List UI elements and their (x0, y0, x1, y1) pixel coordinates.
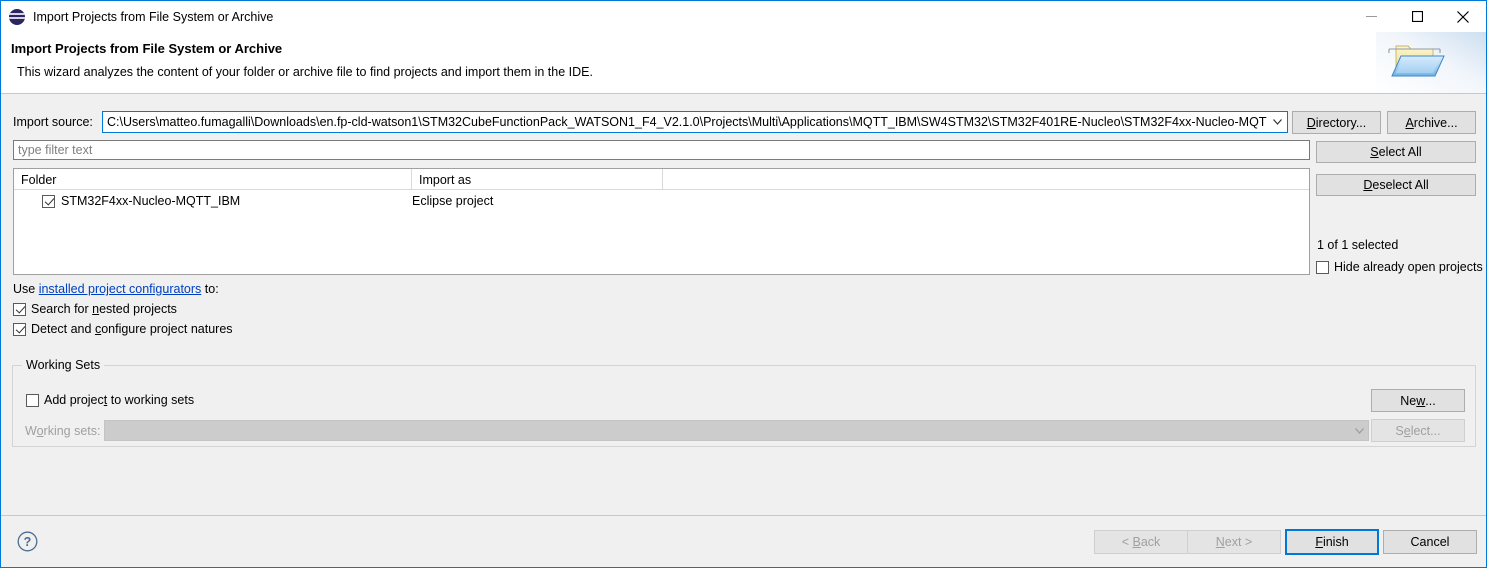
maximize-button[interactable] (1394, 1, 1440, 32)
search-nested-projects-checkbox[interactable]: Search for nested projects (13, 302, 177, 316)
new-button-label-post: ... (1425, 393, 1436, 408)
import-source-input[interactable]: C:\Users\matteo.fumagalli\Downloads\en.f… (103, 115, 1267, 129)
hide-already-open-projects-label: Hide already open projects (1334, 260, 1483, 274)
table-cell-import-as: Eclipse project (412, 194, 494, 208)
working-sets-combo (104, 420, 1369, 441)
directory-button[interactable]: Directory... (1292, 111, 1381, 134)
next-button-mnemonic: N (1215, 535, 1225, 549)
column-header-folder[interactable]: Folder (14, 169, 412, 190)
working-sets-group-title: Working Sets (22, 358, 105, 372)
column-header-extra[interactable] (663, 169, 1309, 190)
new-button-mnemonic: w (1416, 393, 1426, 408)
checkbox-box[interactable] (13, 322, 26, 336)
column-header-import-as[interactable]: Import as (412, 169, 663, 190)
select-all-button[interactable]: Select All (1316, 141, 1476, 163)
table-header: Folder Import as (14, 169, 1309, 190)
next-button-label-post: ext > (1224, 535, 1253, 549)
finish-button[interactable]: Finish (1285, 529, 1379, 555)
table-row[interactable]: STM32F4xx-Nucleo-MQTT_IBM Eclipse projec… (14, 190, 1309, 212)
installed-project-configurators-link[interactable]: installed project configurators (39, 282, 202, 296)
table-cell-folder[interactable]: STM32F4xx-Nucleo-MQTT_IBM (14, 190, 412, 212)
import-source-combo[interactable]: C:\Users\matteo.fumagalli\Downloads\en.f… (102, 111, 1288, 133)
search-input[interactable]: type filter text (13, 140, 1310, 160)
directory-button-label: irectory... (1315, 115, 1367, 130)
page-description: This wizard analyzes the content of your… (17, 65, 593, 79)
search-nested-projects-label: Search for nested projects (31, 302, 177, 316)
select-all-label: elect All (1378, 145, 1422, 159)
chevron-down-icon (1350, 427, 1368, 434)
minimize-icon (1365, 16, 1377, 17)
row-checkbox[interactable] (42, 194, 55, 208)
open-folder-icon (1376, 32, 1486, 93)
archive-button-label: rchive... (1413, 115, 1458, 130)
select-button-label-post: lect... (1410, 423, 1441, 438)
window-title: Import Projects from File System or Arch… (33, 9, 274, 24)
checkbox-box[interactable] (13, 302, 26, 316)
title-bar: Import Projects from File System or Arch… (1, 1, 1486, 32)
detect-configure-natures-label: Detect and configure project natures (31, 322, 233, 336)
add-project-to-working-sets-checkbox[interactable]: Add project to working sets (26, 393, 194, 407)
select-button-mnemonic: e (1403, 423, 1411, 438)
table-cell-extra (663, 190, 1309, 212)
back-button-label-post: ack (1140, 535, 1161, 549)
checkbox-box[interactable] (1316, 260, 1329, 274)
add-project-to-working-sets-label: Add project to working sets (44, 393, 195, 407)
import-source-label: Import source: (13, 115, 93, 129)
use-configurators-suffix: to: (201, 282, 219, 296)
select-working-set-button: Se lect... (1371, 419, 1465, 442)
window-controls (1348, 1, 1486, 32)
filter-placeholder: type filter text (18, 143, 93, 157)
cancel-button-label: Cancel (1410, 535, 1450, 549)
back-button-label-pre: < (1121, 535, 1133, 549)
projects-table[interactable]: Folder Import as STM32F4xx-Nucleo-MQTT_I… (13, 168, 1310, 275)
select-button-label-pre: S (1395, 423, 1404, 438)
working-sets-field-label: Working sets: (25, 424, 101, 438)
detect-configure-natures-checkbox[interactable]: Detect and configure project natures (13, 322, 233, 336)
use-configurators-prefix: Use (13, 282, 39, 296)
checkbox-box[interactable] (26, 393, 39, 407)
svg-text:?: ? (24, 535, 32, 549)
new-working-set-button[interactable]: Ne w... (1371, 389, 1465, 412)
finish-button-label-post: inish (1322, 535, 1349, 549)
close-button[interactable] (1440, 1, 1486, 32)
deselect-all-label: eselect All (1372, 178, 1429, 192)
import-projects-dialog: Import Projects from File System or Arch… (0, 0, 1487, 568)
eclipse-icon (9, 8, 25, 25)
select-all-mnemonic: S (1370, 145, 1379, 159)
use-configurators-text: Use installed project configurators to: (13, 282, 219, 296)
chevron-down-icon[interactable] (1267, 119, 1287, 125)
page-title: Import Projects from File System or Arch… (11, 41, 283, 56)
hide-already-open-projects-checkbox[interactable]: Hide already open projects (1316, 260, 1483, 274)
archive-button[interactable]: Archive... (1387, 111, 1476, 134)
close-icon (1457, 10, 1469, 23)
selected-count-text: 1 of 1 selected (1317, 238, 1399, 252)
deselect-all-button[interactable]: Deselect All (1316, 174, 1476, 196)
archive-button-mnemonic: A (1405, 115, 1414, 130)
wizard-header: Import Projects from File System or Arch… (1, 32, 1486, 94)
finish-button-mnemonic: F (1315, 535, 1323, 549)
next-button: Next > (1187, 530, 1281, 554)
cancel-button[interactable]: Cancel (1383, 530, 1477, 554)
directory-button-mnemonic: D (1306, 115, 1316, 130)
table-cell-folder-label: STM32F4xx-Nucleo-MQTT_IBM (61, 194, 241, 208)
help-icon[interactable]: ? (17, 531, 38, 552)
minimize-button[interactable] (1348, 1, 1394, 32)
maximize-icon (1411, 11, 1423, 22)
back-button: < Back (1094, 530, 1188, 554)
new-button-label-pre: Ne (1400, 393, 1417, 408)
deselect-all-mnemonic: D (1363, 178, 1373, 192)
back-button-mnemonic: B (1132, 535, 1141, 549)
